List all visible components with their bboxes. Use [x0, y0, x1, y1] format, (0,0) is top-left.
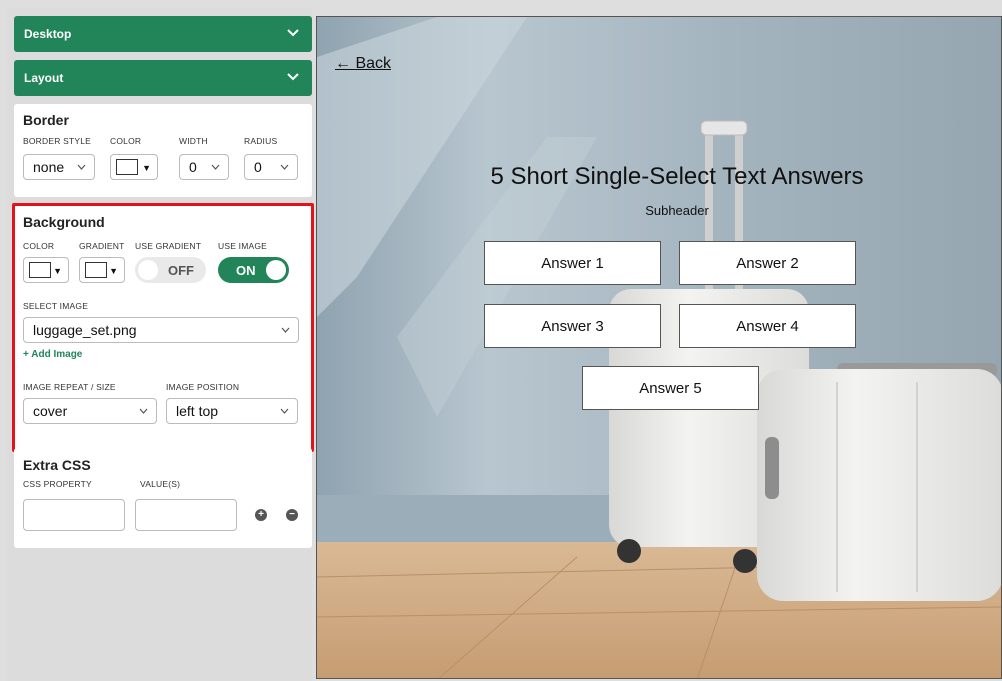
border-width-select[interactable]: 0: [179, 154, 229, 180]
chevron-down-icon: [287, 29, 299, 37]
chevron-down-icon: [280, 164, 289, 170]
use-image-state: ON: [236, 262, 256, 278]
toggle-knob: [138, 260, 158, 280]
chevron-down-icon: [139, 408, 148, 414]
answer-option-1[interactable]: Answer 1: [484, 241, 661, 285]
caret-down-icon: ▼: [53, 266, 62, 276]
use-image-toggle[interactable]: ON: [218, 257, 289, 283]
border-color-picker[interactable]: ▼: [110, 154, 158, 180]
color-swatch: [85, 262, 107, 278]
accordion-layout-label: Layout: [24, 71, 64, 85]
remove-css-button[interactable]: −: [286, 509, 298, 521]
border-radius-label: RADIUS: [244, 136, 278, 146]
background-panel: Background COLOR GRADIENT USE GRADIENT U…: [12, 203, 314, 452]
border-style-select[interactable]: none: [23, 154, 95, 180]
select-image-dropdown[interactable]: luggage_set.png: [23, 317, 299, 343]
toggle-knob: [266, 260, 286, 280]
border-radius-value: 0: [254, 159, 262, 175]
image-repeat-size-label: IMAGE REPEAT / SIZE: [23, 382, 116, 392]
settings-sidebar: Desktop Layout Border BORDER STYLE COLOR…: [6, 8, 314, 681]
add-image-link[interactable]: + Add Image: [23, 349, 82, 360]
chevron-down-icon: [211, 164, 220, 170]
chevron-down-icon: [287, 73, 299, 81]
select-image-label: SELECT IMAGE: [23, 301, 89, 311]
image-repeat-size-value: cover: [33, 403, 68, 419]
page-preview: ← Back 5 Short Single-Select Text Answer…: [316, 16, 1002, 679]
image-repeat-size-select[interactable]: cover: [23, 398, 157, 424]
bg-gradient-picker[interactable]: ▼: [79, 257, 125, 283]
border-radius-select[interactable]: 0: [244, 154, 298, 180]
image-position-select[interactable]: left top: [166, 398, 298, 424]
border-width-label: WIDTH: [179, 136, 208, 146]
accordion-desktop[interactable]: Desktop: [14, 16, 312, 52]
css-values-label: VALUE(S): [140, 479, 181, 489]
chevron-down-icon: [280, 408, 289, 414]
add-css-button[interactable]: +: [255, 509, 267, 521]
bg-color-picker[interactable]: ▼: [23, 257, 69, 283]
answer-option-4[interactable]: Answer 4: [679, 304, 856, 348]
image-position-label: IMAGE POSITION: [166, 382, 240, 392]
question-title: 5 Short Single-Select Text Answers: [490, 163, 864, 190]
caret-down-icon: ▼: [109, 266, 118, 276]
use-image-label: USE IMAGE: [218, 241, 268, 251]
use-gradient-label: USE GRADIENT: [135, 241, 202, 251]
luggage-background-image: [317, 17, 1001, 678]
css-values-input[interactable]: [135, 499, 237, 531]
border-style-label: BORDER STYLE: [23, 136, 92, 146]
extra-css-title: Extra CSS: [23, 457, 91, 473]
background-title: Background: [23, 214, 105, 230]
use-gradient-state: OFF: [168, 262, 194, 278]
border-color-label: COLOR: [110, 136, 142, 146]
color-swatch: [29, 262, 51, 278]
answer-option-2[interactable]: Answer 2: [679, 241, 856, 285]
border-style-value: none: [33, 159, 65, 175]
accordion-layout[interactable]: Layout: [14, 60, 312, 96]
caret-down-icon: ▼: [142, 163, 151, 173]
css-property-input[interactable]: [23, 499, 125, 531]
answer-option-3[interactable]: Answer 3: [484, 304, 661, 348]
bg-gradient-label: GRADIENT: [79, 241, 125, 251]
image-position-value: left top: [176, 403, 219, 419]
border-width-value: 0: [189, 159, 197, 175]
border-title: Border: [23, 112, 69, 128]
answer-option-5[interactable]: Answer 5: [582, 366, 759, 410]
question-subheader: Subheader: [645, 203, 709, 218]
extra-css-panel: Extra CSS CSS PROPERTY VALUE(S) + −: [14, 448, 312, 548]
back-link[interactable]: ← Back: [335, 55, 391, 73]
bg-color-label: COLOR: [23, 241, 55, 251]
selected-image-value: luggage_set.png: [33, 322, 137, 338]
use-gradient-toggle[interactable]: OFF: [135, 257, 206, 283]
accordion-desktop-label: Desktop: [24, 27, 72, 41]
css-property-label: CSS PROPERTY: [23, 479, 92, 489]
border-panel: Border BORDER STYLE COLOR WIDTH RADIUS n…: [14, 104, 312, 197]
chevron-down-icon: [77, 164, 86, 170]
color-swatch: [116, 159, 138, 175]
chevron-down-icon: [281, 327, 290, 333]
